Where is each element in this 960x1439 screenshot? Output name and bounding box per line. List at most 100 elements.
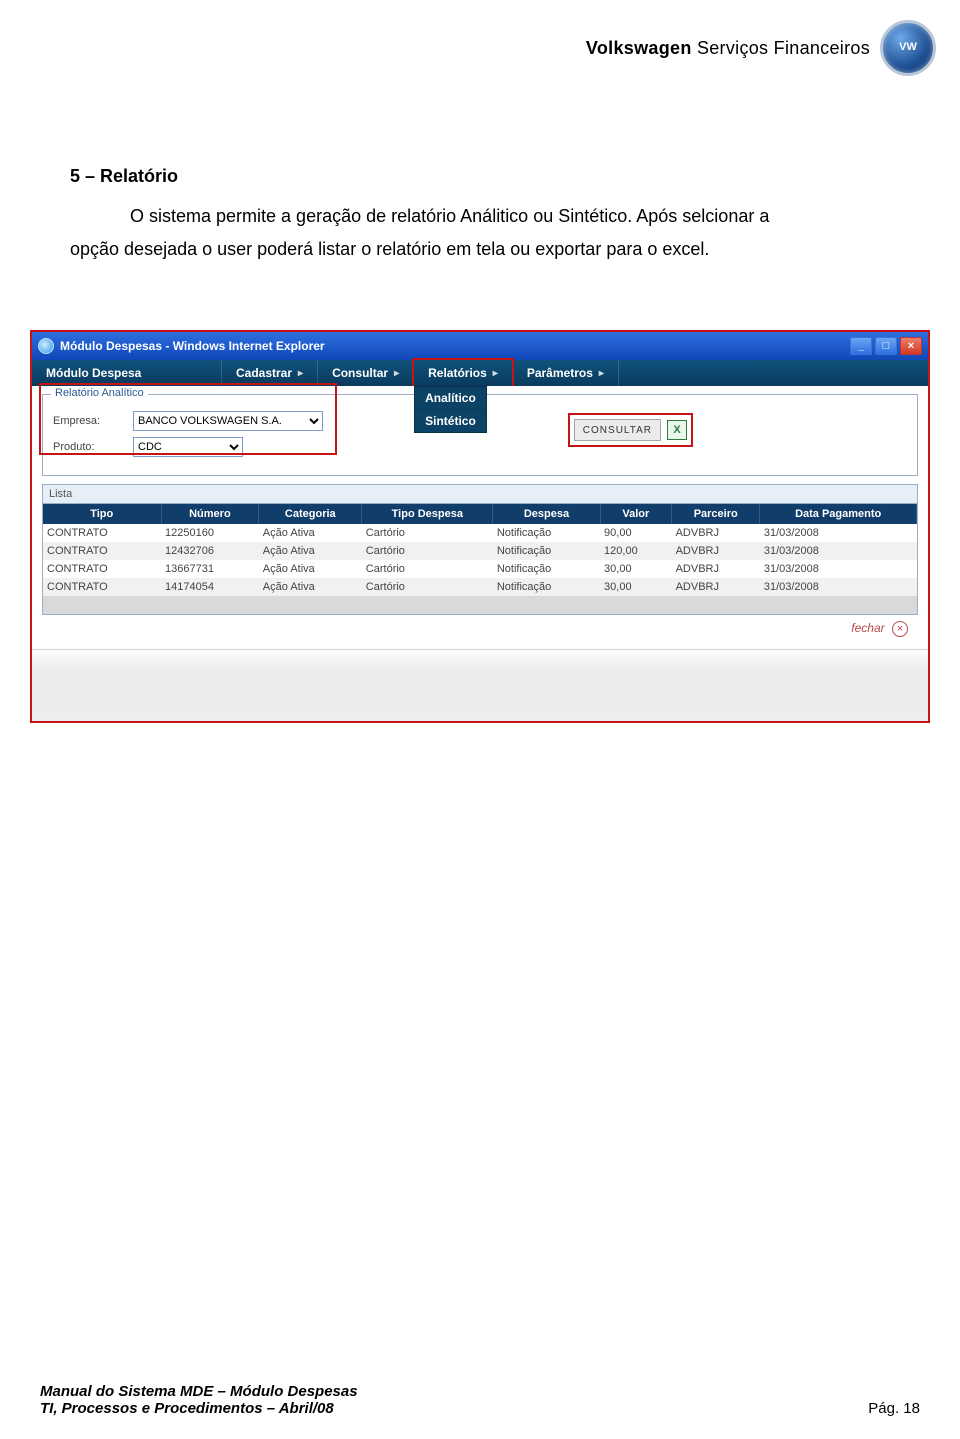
section-body-lead: O sistema permite a geração de relatório… bbox=[130, 206, 769, 226]
maximize-button[interactable]: □ bbox=[875, 337, 897, 355]
dropdown-sintetico[interactable]: Sintético bbox=[415, 410, 486, 432]
dropdown-item-label: Analítico bbox=[425, 391, 476, 405]
col-data-pagamento: Data Pagamento bbox=[760, 504, 917, 524]
page-footer: Manual do Sistema MDE – Módulo Despesas … bbox=[40, 1383, 920, 1417]
menu-label: Cadastrar bbox=[236, 366, 292, 380]
relatorios-dropdown: Analítico Sintético bbox=[414, 386, 487, 433]
row-produto: Produto: CDC bbox=[53, 437, 907, 457]
main-menu: Módulo Despesa Cadastrar ▸ Consultar ▸ R… bbox=[32, 360, 928, 386]
col-valor: Valor bbox=[600, 504, 672, 524]
close-footer: fechar × bbox=[42, 615, 918, 641]
table-row: CONTRATO 13667731 Ação Ativa Cartório No… bbox=[43, 560, 917, 578]
cell: 90,00 bbox=[600, 524, 672, 542]
browser-statusbar bbox=[32, 649, 928, 721]
vw-logo-icon: VW bbox=[880, 20, 936, 76]
vw-logo-text: VW bbox=[899, 43, 917, 53]
produto-label: Produto: bbox=[53, 441, 133, 453]
window-buttons: _ □ × bbox=[850, 337, 922, 355]
cell: 12432706 bbox=[161, 542, 259, 560]
footer-left: Manual do Sistema MDE – Módulo Despesas … bbox=[40, 1383, 358, 1417]
excel-glyph: X bbox=[673, 424, 680, 436]
dropdown-item-label: Sintético bbox=[425, 414, 476, 428]
cell: ADVBRJ bbox=[672, 542, 760, 560]
cell: 31/03/2008 bbox=[760, 524, 917, 542]
col-despesa: Despesa bbox=[493, 504, 600, 524]
cell: Ação Ativa bbox=[259, 524, 362, 542]
cell: CONTRATO bbox=[43, 542, 161, 560]
lista-caption: Lista bbox=[43, 485, 917, 504]
cell: 30,00 bbox=[600, 560, 672, 578]
consultar-label: CONSULTAR bbox=[583, 425, 652, 436]
menu-label: Parâmetros bbox=[527, 366, 593, 380]
menu-consultar[interactable]: Consultar ▸ bbox=[318, 360, 414, 386]
menu-label: Consultar bbox=[332, 366, 388, 380]
cell: Cartório bbox=[362, 578, 493, 596]
chevron-right-icon: ▸ bbox=[394, 368, 399, 379]
consultar-button[interactable]: CONSULTAR bbox=[574, 419, 661, 441]
close-panel-button[interactable]: × bbox=[892, 621, 908, 637]
cell: Notificação bbox=[493, 578, 600, 596]
cell: Cartório bbox=[362, 542, 493, 560]
col-tipo-despesa: Tipo Despesa bbox=[362, 504, 493, 524]
dropdown-analitico[interactable]: Analítico bbox=[415, 387, 486, 410]
col-tipo: Tipo bbox=[43, 504, 161, 524]
menu-cadastrar[interactable]: Cadastrar ▸ bbox=[222, 360, 318, 386]
cell: 30,00 bbox=[600, 578, 672, 596]
cell: Ação Ativa bbox=[259, 542, 362, 560]
cell: Notificação bbox=[493, 542, 600, 560]
cell: 14174054 bbox=[161, 578, 259, 596]
page-header: Volkswagen Serviços Financeiros VW bbox=[586, 20, 936, 76]
table-row: CONTRATO 12432706 Ação Ativa Cartório No… bbox=[43, 542, 917, 560]
section-5-relatorio: 5 – Relatório O sistema permite a geraçã… bbox=[70, 160, 890, 265]
cell: ADVBRJ bbox=[672, 560, 760, 578]
cell: 31/03/2008 bbox=[760, 542, 917, 560]
cell: Cartório bbox=[362, 524, 493, 542]
cell: Ação Ativa bbox=[259, 560, 362, 578]
close-label: fechar bbox=[851, 621, 884, 635]
table-row: CONTRATO 12250160 Ação Ativa Cartório No… bbox=[43, 524, 917, 542]
cell: ADVBRJ bbox=[672, 578, 760, 596]
cell: 31/03/2008 bbox=[760, 578, 917, 596]
lista-body: CONTRATO 12250160 Ação Ativa Cartório No… bbox=[43, 524, 917, 614]
brand-bold: Volkswagen bbox=[586, 38, 692, 58]
cell: 31/03/2008 bbox=[760, 560, 917, 578]
cell: 120,00 bbox=[600, 542, 672, 560]
menu-label: Relatórios bbox=[428, 366, 487, 380]
menu-relatorios[interactable]: Relatórios ▸ Analítico Sintético bbox=[414, 360, 513, 386]
cell: ADVBRJ bbox=[672, 524, 760, 542]
excel-export-icon[interactable]: X bbox=[667, 420, 687, 440]
chevron-right-icon: ▸ bbox=[599, 368, 604, 379]
empresa-label: Empresa: bbox=[53, 415, 133, 427]
cell: Notificação bbox=[493, 560, 600, 578]
cell: CONTRATO bbox=[43, 560, 161, 578]
ie-icon bbox=[38, 338, 54, 354]
fieldset-legend: Relatório Analítico bbox=[51, 387, 148, 399]
cell: CONTRATO bbox=[43, 524, 161, 542]
menu-label: Módulo Despesa bbox=[46, 366, 141, 380]
brand-thin: Serviços Financeiros bbox=[697, 38, 870, 58]
window-titlebar: Módulo Despesas - Windows Internet Explo… bbox=[32, 332, 928, 360]
col-categoria: Categoria bbox=[259, 504, 362, 524]
cell: 12250160 bbox=[161, 524, 259, 542]
produto-select[interactable]: CDC bbox=[133, 437, 243, 457]
menu-parametros[interactable]: Parâmetros ▸ bbox=[513, 360, 619, 386]
minimize-button[interactable]: _ bbox=[850, 337, 872, 355]
table-header-row: Tipo Número Categoria Tipo Despesa Despe… bbox=[43, 504, 917, 524]
consult-group: CONSULTAR X bbox=[574, 419, 687, 441]
table-footer-row bbox=[43, 596, 917, 614]
section-body: O sistema permite a geração de relatório… bbox=[70, 200, 890, 265]
cell: CONTRATO bbox=[43, 578, 161, 596]
chevron-right-icon: ▸ bbox=[298, 368, 303, 379]
section-body-rest: opção desejada o user poderá listar o re… bbox=[70, 239, 709, 259]
empresa-select[interactable]: BANCO VOLKSWAGEN S.A. bbox=[133, 411, 323, 431]
col-parceiro: Parceiro bbox=[672, 504, 760, 524]
lista-wrap: Lista Tipo Número Categoria Tipo Despesa… bbox=[42, 484, 918, 615]
cell: Ação Ativa bbox=[259, 578, 362, 596]
footer-line2: TI, Processos e Procedimentos – Abril/08 bbox=[40, 1400, 358, 1417]
window-title: Módulo Despesas - Windows Internet Explo… bbox=[60, 339, 325, 353]
chevron-right-icon: ▸ bbox=[493, 368, 498, 379]
close-button[interactable]: × bbox=[900, 337, 922, 355]
menu-modulo-despesa[interactable]: Módulo Despesa bbox=[32, 360, 222, 386]
cell: Notificação bbox=[493, 524, 600, 542]
brand-text: Volkswagen Serviços Financeiros bbox=[586, 38, 870, 59]
